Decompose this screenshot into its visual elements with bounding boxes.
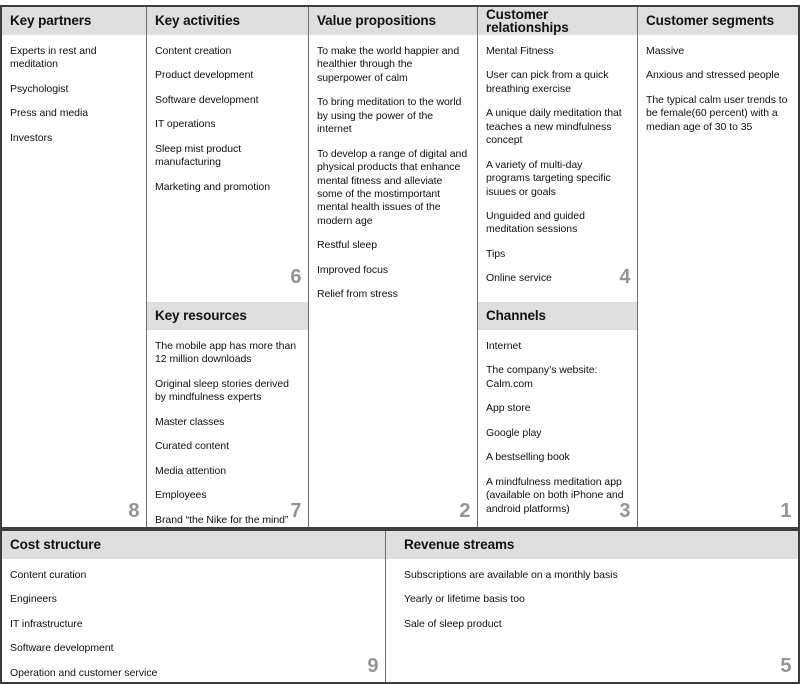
revenue-streams-header: Revenue streams — [386, 531, 798, 559]
value-propositions-title: Value propositions — [317, 13, 436, 29]
value-propositions-items: To make the world happier and healthier … — [309, 35, 477, 302]
block-revenue-streams[interactable]: Revenue streams Subscriptions are availa… — [386, 531, 798, 682]
block-channels[interactable]: Channels Internet The company’s website:… — [478, 302, 637, 527]
list-item: Tips — [486, 247, 506, 260]
list-item: To make the world happier and healthier … — [317, 45, 460, 84]
key-activities-header: Key activities — [147, 7, 308, 35]
list-item: Sale of sleep product — [404, 617, 502, 630]
key-resources-items: The mobile app has more than 12 million … — [147, 330, 308, 527]
cost-structure-header: Cost structure — [2, 531, 385, 559]
revenue-streams-number: 5 — [780, 655, 791, 677]
list-item: Product development — [155, 69, 254, 82]
value-propositions-header: Value propositions — [309, 7, 477, 35]
revenue-streams-items: Subscriptions are available on a monthly… — [386, 559, 798, 631]
list-item: Press and media — [10, 107, 89, 120]
list-item: Curated content — [155, 440, 229, 453]
list-item: A variety of multi-day programs targetin… — [486, 158, 611, 198]
list-item: Content curation — [10, 569, 87, 581]
list-item: Content creation — [155, 45, 232, 57]
block-customer-segments[interactable]: Customer segments Massive Anxious and st… — [638, 7, 798, 527]
key-partners-header: Key partners — [2, 7, 146, 35]
key-resources-header: Key resources — [147, 302, 308, 330]
channels-number: 3 — [619, 500, 630, 522]
revenue-streams-title: Revenue streams — [404, 537, 515, 553]
list-item: Psychologist — [10, 82, 69, 95]
customer-relationships-items: Mental Fitness User can pick from a quic… — [478, 35, 637, 295]
key-resources-title: Key resources — [155, 308, 247, 324]
business-model-canvas: Key partners Experts in rest and meditat… — [0, 0, 800, 684]
block-key-partners[interactable]: Key partners Experts in rest and meditat… — [2, 7, 146, 527]
list-item: The mobile app has more than 12 million … — [155, 340, 297, 366]
list-item: Internet — [486, 340, 522, 352]
key-partners-title: Key partners — [10, 13, 92, 29]
list-item: Unguided and guided meditation sessions — [486, 209, 585, 236]
list-item: IT operations — [155, 118, 216, 131]
customer-relationships-number: 4 — [619, 266, 630, 288]
list-item: Yearly or lifetime basis too — [404, 593, 525, 606]
list-item: A mindfulness meditation app (available … — [486, 475, 624, 515]
cost-structure-items: Content curation Engineers IT infrastruc… — [2, 559, 385, 680]
list-item: To bring meditation to the world by usin… — [317, 96, 462, 136]
list-item: Marketing and promotion — [155, 180, 270, 193]
list-item: Brand “the Nike for the mind” — [155, 513, 289, 526]
list-item: App store — [486, 402, 531, 415]
customer-segments-number: 1 — [780, 500, 791, 522]
block-customer-relationships[interactable]: Customer relationships Mental Fitness Us… — [478, 7, 637, 295]
customer-relationships-header: Customer relationships — [478, 7, 637, 35]
cost-structure-title: Cost structure — [10, 537, 101, 553]
list-item: IT infrastructure — [10, 617, 83, 630]
cost-structure-number: 9 — [367, 655, 378, 677]
list-item: Software development — [10, 642, 114, 655]
customer-segments-items: Massive Anxious and stressed people The … — [638, 35, 798, 134]
list-item: Sleep mist product manufacturing — [155, 142, 242, 169]
key-partners-number: 8 — [128, 500, 139, 522]
key-activities-number: 6 — [290, 266, 301, 288]
value-propositions-number: 2 — [459, 500, 470, 522]
key-activities-items: Content creation Product development Sof… — [147, 35, 308, 194]
list-item: Investors — [10, 131, 53, 144]
channels-title: Channels — [486, 308, 546, 324]
key-resources-number: 7 — [290, 500, 301, 522]
list-item: Original sleep stories derived by mindfu… — [155, 377, 289, 404]
list-item: Mental Fitness — [486, 45, 554, 57]
list-item: The company’s website: Calm.com — [486, 364, 598, 390]
customer-segments-title: Customer segments — [646, 13, 775, 29]
block-value-propositions[interactable]: Value propositions To make the world hap… — [309, 7, 477, 527]
channels-items: Internet The company’s website: Calm.com… — [478, 330, 637, 527]
list-item: Media attention — [155, 464, 227, 477]
list-item: User can pick from a quick breathing exe… — [486, 69, 609, 95]
block-key-resources[interactable]: Key resources The mobile app has more th… — [147, 302, 308, 527]
list-item: To develop a range of digital and physic… — [317, 147, 468, 227]
customer-segments-header: Customer segments — [638, 7, 798, 35]
list-item: Software development — [155, 93, 259, 106]
list-item: Employees — [155, 489, 207, 502]
list-item: Experts in rest and meditation — [10, 45, 97, 71]
block-cost-structure[interactable]: Cost structure Content curation Engineer… — [2, 531, 385, 682]
list-item: Engineers — [10, 593, 57, 606]
list-item: Operation and customer service — [10, 666, 158, 679]
list-item: The typical calm user trends to be femal… — [646, 93, 788, 133]
list-item: A unique daily meditation that teaches a… — [486, 107, 622, 147]
list-item: Relief from stress — [317, 288, 398, 301]
list-item: Improved focus — [317, 263, 389, 276]
block-key-activities[interactable]: Key activities Content creation Product … — [147, 7, 308, 295]
list-item: Massive — [646, 45, 685, 57]
list-item: Anxious and stressed people — [646, 69, 780, 82]
list-item: Online service — [486, 272, 552, 285]
customer-relationships-title: Customer relationships — [486, 7, 569, 35]
key-activities-title: Key activities — [155, 13, 240, 29]
list-item: Master classes — [155, 415, 225, 428]
list-item: Subscriptions are available on a monthly… — [404, 569, 618, 581]
key-partners-items: Experts in rest and meditation Psycholog… — [2, 35, 146, 145]
list-item: Google play — [486, 426, 542, 439]
channels-header: Channels — [478, 302, 637, 330]
list-item: A bestselling book — [486, 451, 570, 464]
list-item: Restful sleep — [317, 239, 378, 252]
